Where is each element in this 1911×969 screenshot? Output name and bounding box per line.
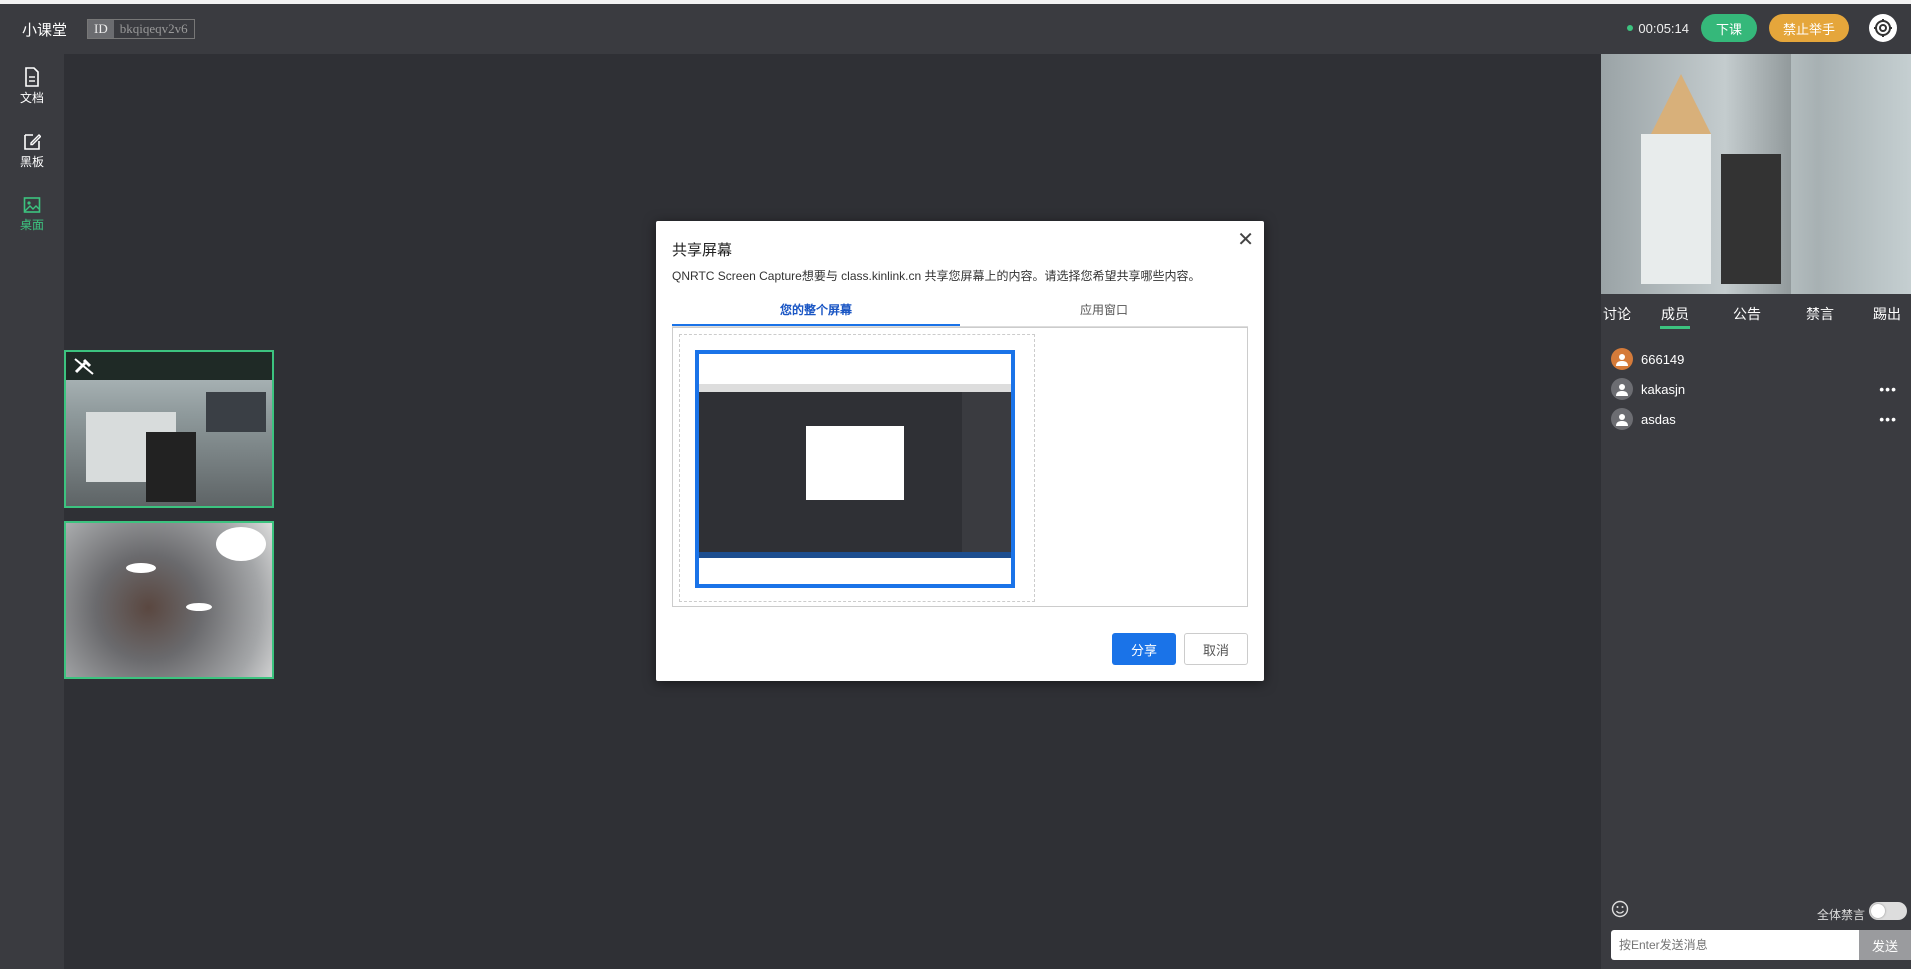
teacher-avatar-icon [1611, 348, 1633, 370]
share-source-list [672, 327, 1248, 607]
tab-announcement[interactable]: 公告 [1717, 294, 1777, 334]
settings-button[interactable] [1869, 14, 1897, 42]
mute-all-label: 全体禁言 [1816, 908, 1865, 922]
list-item[interactable]: kakasjn ••• [1601, 374, 1911, 404]
thumbnail-content [699, 384, 1011, 392]
cancel-button[interactable]: 取消 [1184, 633, 1248, 665]
class-timer: 00:05:14 [1627, 21, 1689, 36]
tab-entire-screen[interactable]: 您的整个屏幕 [672, 300, 960, 326]
edit-icon [24, 133, 41, 150]
dialog-description: QNRTC Screen Capture想要与 class.kinlink.cn… [672, 269, 1201, 283]
student-video-tile[interactable] [64, 521, 274, 679]
screen-option[interactable] [679, 334, 1035, 602]
sidebar-item-label: 黑板 [19, 154, 44, 169]
timer-text: 00:05:14 [1638, 20, 1689, 36]
ban-hand-raise-button[interactable]: 禁止举手 [1769, 14, 1849, 42]
chat-input-area: 全体禁言 发送 [1601, 892, 1911, 969]
close-icon[interactable]: ✕ [1237, 227, 1254, 252]
video-content [1791, 54, 1911, 294]
teacher-video[interactable] [1601, 54, 1911, 294]
top-right-controls: 00:05:14 下课 禁止举手 [1627, 14, 1897, 42]
user-avatar-icon [1611, 408, 1633, 430]
image-icon [23, 196, 41, 213]
end-class-button[interactable]: 下课 [1701, 14, 1757, 42]
video-content [1721, 154, 1781, 284]
member-name: 666149 [1641, 351, 1685, 367]
list-item[interactable]: 666149 [1601, 344, 1911, 374]
video-content [146, 432, 196, 502]
tab-application-window[interactable]: 应用窗口 [960, 300, 1248, 326]
app-title: 小课堂 [22, 21, 68, 39]
video-content [216, 527, 266, 561]
screen-thumbnail[interactable] [695, 350, 1015, 588]
tab-discussion[interactable]: 讨论 [1601, 294, 1633, 334]
mic-off-icon[interactable] [72, 356, 96, 381]
video-content [126, 563, 156, 573]
live-dot-icon [1627, 25, 1634, 31]
video-content [186, 603, 212, 611]
right-panel: 讨论 成员 公告 禁言 踢出 666149 kakasjn ••• asdas … [1601, 54, 1911, 969]
room-id-badge: ID bkqiqeqv2v6 [87, 19, 195, 39]
dialog-tabs: 您的整个屏幕 应用窗口 [672, 300, 1248, 327]
user-avatar-icon [1611, 378, 1633, 400]
video-tile-header [66, 352, 272, 380]
video-content [206, 392, 266, 432]
member-list: 666149 kakasjn ••• asdas ••• [1601, 344, 1911, 434]
student-video-tile[interactable] [64, 350, 274, 508]
thumbnail-content [699, 552, 1011, 558]
tab-members[interactable]: 成员 [1633, 294, 1717, 334]
sidebar-item-desktop[interactable]: 桌面 [0, 182, 64, 246]
share-screen-dialog: ✕ 共享屏幕 QNRTC Screen Capture想要与 class.kin… [656, 221, 1264, 681]
send-button[interactable]: 发送 [1859, 930, 1911, 960]
tab-mute[interactable]: 禁言 [1777, 294, 1863, 334]
gear-icon [1874, 19, 1892, 37]
video-content [1641, 134, 1711, 284]
emoji-icon[interactable] [1611, 900, 1629, 923]
document-icon [25, 66, 39, 87]
panel-tabs: 讨论 成员 公告 禁言 踢出 [1601, 294, 1911, 334]
list-item[interactable]: asdas ••• [1601, 404, 1911, 434]
share-button[interactable]: 分享 [1112, 633, 1176, 665]
sidebar-item-label: 文档 [19, 90, 44, 105]
chat-input[interactable] [1611, 930, 1859, 960]
mute-all-toggle[interactable] [1869, 902, 1907, 920]
video-content [1651, 74, 1711, 134]
more-options-button[interactable]: ••• [1879, 411, 1897, 427]
sidebar-item-blackboard[interactable]: 黑板 [0, 118, 64, 182]
member-name: asdas [1641, 411, 1676, 427]
dialog-title: 共享屏幕 [672, 242, 733, 259]
tab-kick[interactable]: 踢出 [1863, 294, 1911, 334]
member-name: kakasjn [1641, 381, 1686, 397]
sidebar-item-label: 桌面 [19, 217, 44, 232]
room-id-tag: ID [88, 20, 114, 38]
thumbnail-content [806, 426, 904, 500]
top-bar: 小课堂 ID bkqiqeqv2v6 00:05:14 下课 禁止举手 [0, 4, 1911, 54]
left-sidebar: 文档 黑板 桌面 [0, 54, 64, 969]
room-id-value: bkqiqeqv2v6 [119, 21, 188, 36]
more-options-button[interactable]: ••• [1879, 381, 1897, 397]
toggle-knob [1871, 904, 1885, 918]
thumbnail-content [962, 392, 1011, 554]
sidebar-item-document[interactable]: 文档 [0, 54, 64, 118]
